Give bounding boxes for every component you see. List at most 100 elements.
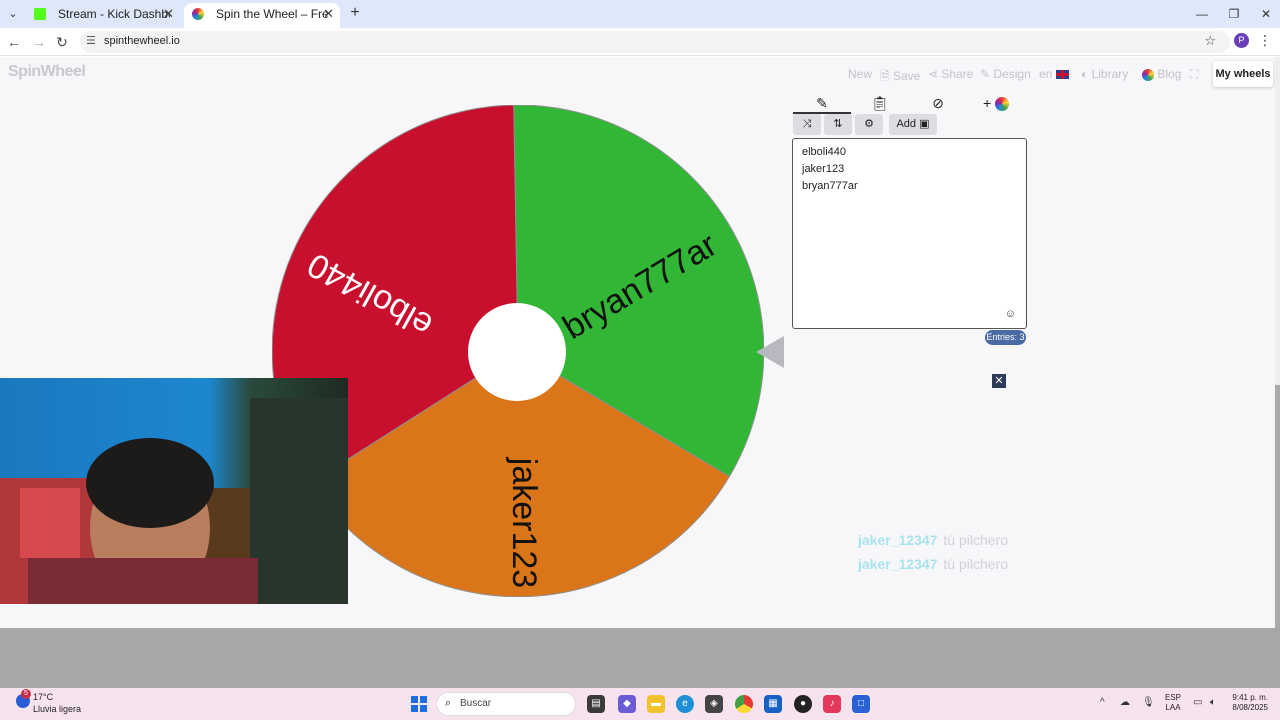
window-close-icon[interactable]: ✕ xyxy=(1254,4,1278,24)
shuffle-button[interactable]: ⤨ xyxy=(793,114,821,135)
share-icon: ⋖ xyxy=(928,67,939,81)
webcam-overlay xyxy=(0,378,348,604)
tray-chevron-up-icon[interactable]: ^ xyxy=(1100,697,1105,708)
scrollbar-thumb[interactable] xyxy=(1275,385,1280,628)
add-image-button[interactable]: Add ▣ xyxy=(889,114,937,135)
nav-blog-label: Blog xyxy=(1157,67,1182,81)
url-text: spinthewheel.io xyxy=(104,35,180,47)
nav-save[interactable]: 🗎 Save xyxy=(880,67,920,88)
shuffle-icon: ⤨ xyxy=(802,118,812,130)
browser-menu-icon[interactable]: ⋮ xyxy=(1258,32,1272,49)
tab-spin-the-wheel[interactable]: Spin the Wheel – Free and easy ✕ xyxy=(184,3,340,28)
language-line-2: LAA xyxy=(1165,703,1181,712)
edge-icon[interactable]: e xyxy=(676,695,694,713)
tiktok-icon[interactable]: ♪ xyxy=(823,695,841,713)
file-explorer-icon[interactable]: ▬ xyxy=(647,695,665,713)
windows-taskbar: 5 17°C Lluvia ligera ⌕ Buscar ▤ ◆ ▬ e ◈ … xyxy=(0,688,1280,720)
app-cube-icon[interactable]: ◈ xyxy=(705,695,723,713)
network-icon[interactable]: ☁ xyxy=(1120,697,1130,708)
globe-icon: ◐ xyxy=(1081,67,1089,81)
nav-language[interactable]: en xyxy=(1039,67,1069,81)
fullscreen-icon[interactable]: ⛶ xyxy=(1190,67,1198,82)
sort-icon: ⇅ xyxy=(833,118,843,130)
entry-line: elboli440 xyxy=(802,146,847,158)
tab-hidden-eye-icon[interactable]: ⊘ xyxy=(909,92,967,114)
tab-results-clipboard-icon[interactable]: 📋︎ xyxy=(851,92,909,114)
entries-textarea[interactable]: elboli440 jaker123 bryan777ar ☺ xyxy=(792,138,1027,329)
tab-close-icon[interactable]: ✕ xyxy=(323,3,334,25)
obs-icon[interactable]: ● xyxy=(794,695,812,713)
minimize-icon[interactable]: — xyxy=(1190,4,1214,24)
windows-start-icon[interactable] xyxy=(411,696,427,712)
settings-button[interactable]: ⚙ xyxy=(855,114,883,135)
entries-panel-tabs: ✎ 📋︎ ⊘ + xyxy=(793,92,1025,116)
nav-new[interactable]: New xyxy=(848,67,872,81)
page-scrollbar[interactable] xyxy=(1275,57,1280,628)
bookmark-star-icon[interactable]: ☆ xyxy=(1204,33,1216,49)
taskbar-search-input[interactable]: ⌕ Buscar xyxy=(436,692,576,716)
display-icon[interactable]: ▭ xyxy=(1193,697,1202,708)
weather-badge: 5 xyxy=(21,689,31,699)
entry-line: jaker123 xyxy=(802,163,845,175)
chrome-icon[interactable] xyxy=(735,695,753,713)
tab-title: Spin the Wheel – Free and easy xyxy=(216,7,328,21)
tab-add-wheel[interactable]: + xyxy=(967,92,1025,114)
nav-share-label: Share xyxy=(941,67,974,81)
tab-edit-pencil-icon[interactable]: ✎ xyxy=(793,92,851,114)
reload-icon[interactable]: ↻ xyxy=(52,32,72,52)
wheel-center-hub[interactable] xyxy=(468,303,566,401)
back-arrow-icon[interactable]: ← xyxy=(4,32,24,52)
gear-icon: ⚙ xyxy=(864,118,874,130)
volume-icon[interactable]: 🔈︎ xyxy=(1210,697,1216,708)
sort-button[interactable]: ⇅ xyxy=(824,114,852,135)
chat-username: jaker_12347 xyxy=(858,532,938,548)
nav-library[interactable]: ◐ Library xyxy=(1081,67,1128,81)
tab-kick-dashboard[interactable]: Stream - Kick Dashboard ✕ xyxy=(26,3,180,28)
profile-avatar[interactable]: P xyxy=(1234,33,1249,48)
language-indicator[interactable]: ESP LAA xyxy=(1165,693,1181,713)
language-line-1: ESP xyxy=(1165,693,1182,702)
color-wheel-icon xyxy=(1142,68,1154,81)
nav-design[interactable]: ✎ Design xyxy=(980,67,1031,81)
search-icon: ⌕ xyxy=(445,697,452,709)
tab-title: Stream - Kick Dashboard xyxy=(58,7,170,21)
copilot-icon[interactable]: ◆ xyxy=(618,695,636,713)
emoji-picker-icon[interactable]: ☺ xyxy=(1005,308,1016,320)
task-view-icon[interactable]: ▤ xyxy=(587,695,605,713)
site-info-icon[interactable]: ☰ xyxy=(86,34,96,47)
tab-close-icon[interactable]: ✕ xyxy=(163,3,174,25)
entries-count-badge: Entries: 3 xyxy=(985,330,1026,345)
microphone-icon[interactable]: 🎙︎ xyxy=(1142,697,1155,708)
app-blue-icon[interactable]: □ xyxy=(852,695,870,713)
search-placeholder: Buscar xyxy=(460,698,492,709)
browser-tab-strip: ⌄ Stream - Kick Dashboard ✕ Spin the Whe… xyxy=(0,0,1280,28)
spinwheel-logo[interactable]: SpinWheel xyxy=(8,63,86,81)
restore-icon[interactable]: ❐ xyxy=(1222,4,1246,24)
brush-icon: ✎ xyxy=(980,67,991,81)
close-icon[interactable]: ✕ xyxy=(992,374,1006,388)
blank-bottom-area xyxy=(0,628,1280,688)
chat-message: jaker_12347 tú pilchero xyxy=(858,556,1008,572)
chat-message: jaker_12347 tú pilchero xyxy=(858,532,1008,548)
weather-condition: Lluvia ligera xyxy=(33,704,82,714)
address-bar[interactable]: ☰ spinthewheel.io ☆ xyxy=(80,31,1230,53)
tab-list-chevron-icon[interactable]: ⌄ xyxy=(4,5,22,23)
store-icon[interactable]: ▦ xyxy=(764,695,782,713)
my-wheels-button[interactable]: My wheels xyxy=(1213,61,1273,87)
chat-username: jaker_12347 xyxy=(858,556,938,572)
weather-temperature: 17°C xyxy=(33,692,54,702)
browser-toolbar: ← → ↻ ☰ spinthewheel.io ☆ P ⋮ xyxy=(0,28,1280,56)
webcam-scene xyxy=(0,398,348,604)
nav-blog[interactable]: Blog xyxy=(1142,67,1181,81)
new-tab-plus-icon[interactable]: + xyxy=(346,4,364,22)
chat-text: tú pilchero xyxy=(943,556,1009,572)
segment-label-jaker123: jaker123 xyxy=(505,457,543,588)
plus-icon: + xyxy=(982,95,992,111)
nav-design-label: Design xyxy=(993,67,1031,81)
forward-arrow-icon[interactable]: → xyxy=(29,32,49,52)
nav-share[interactable]: ⋖ Share xyxy=(928,67,973,81)
nav-language-label: en xyxy=(1039,67,1053,81)
clock-date: 8/08/2025 xyxy=(1232,703,1268,712)
taskbar-clock[interactable]: 9:41 p. m. 8/08/2025 xyxy=(1228,693,1268,713)
chat-text: tú pilchero xyxy=(943,532,1009,548)
